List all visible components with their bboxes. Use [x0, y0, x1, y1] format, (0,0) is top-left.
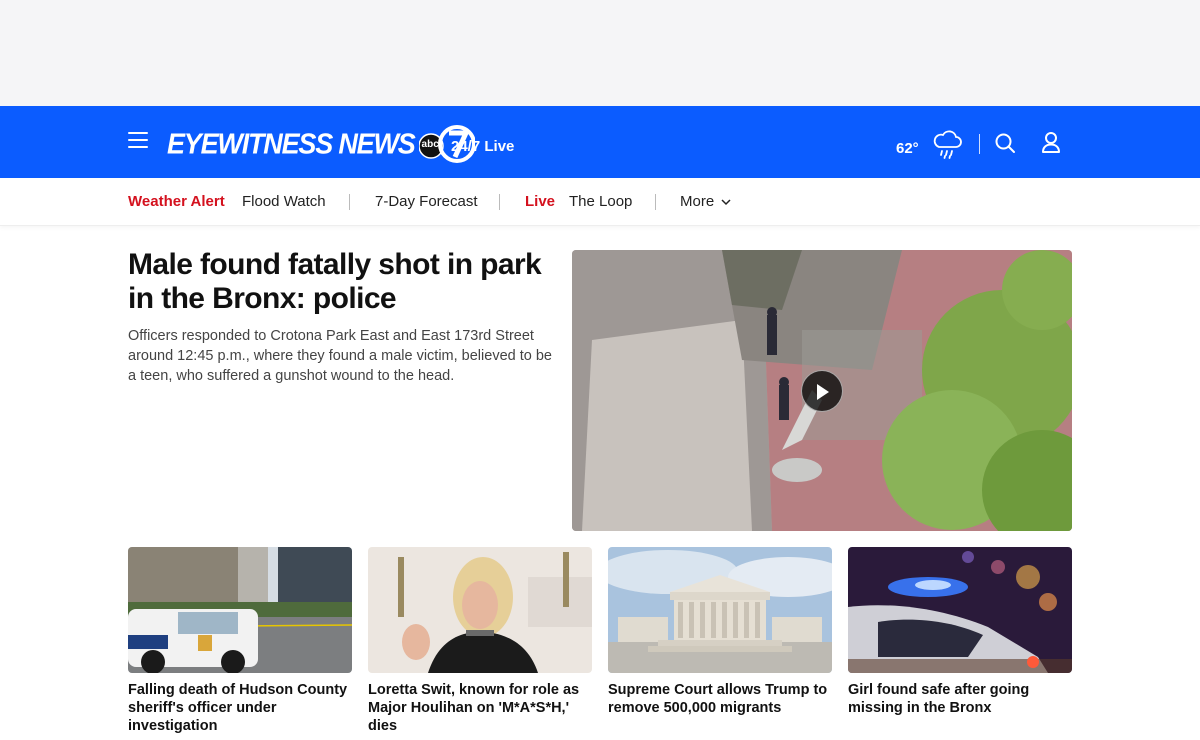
sub-navigation: Weather Alert Flood Watch 7-Day Forecast…	[0, 178, 1200, 226]
the-loop-link[interactable]: The Loop	[569, 193, 632, 210]
story-headline[interactable]: Girl found safe after going missing in t…	[848, 681, 1072, 717]
story-thumbnail	[608, 547, 832, 673]
story-headline[interactable]: Supreme Court allows Trump to remove 500…	[608, 681, 832, 717]
hero-video[interactable]	[572, 250, 1072, 531]
rain-cloud-icon[interactable]	[930, 126, 964, 160]
story-card[interactable]: Falling death of Hudson County sheriff's…	[128, 547, 352, 735]
temperature[interactable]: 62°	[896, 140, 919, 157]
subnav-divider	[499, 194, 500, 210]
menu-icon[interactable]	[128, 132, 148, 148]
live-stream-link[interactable]: 24/7 Live	[451, 138, 514, 155]
hero-description: Officers responded to Crotona Park East …	[128, 328, 552, 384]
ad-space	[0, 0, 1200, 106]
user-account-icon[interactable]	[1040, 131, 1062, 153]
brand-wordmark: EYEWITNESS NEWS	[167, 127, 416, 160]
search-icon[interactable]	[994, 132, 1016, 154]
header-divider	[979, 134, 980, 154]
story-thumbnail	[128, 547, 352, 673]
story-thumbnail	[848, 547, 1072, 673]
live-tag[interactable]: Live	[525, 193, 555, 210]
site-header: EYEWITNESS NEWS abc 7 24/7 Live 62°	[0, 106, 1200, 178]
subnav-divider	[655, 194, 656, 210]
subnav-divider	[349, 194, 350, 210]
hero-headline[interactable]: Male found fatally shot in park in the B…	[128, 248, 558, 316]
story-headline[interactable]: Falling death of Hudson County sheriff's…	[128, 681, 352, 735]
chevron-down-icon	[721, 199, 731, 205]
flood-watch-link[interactable]: Flood Watch	[242, 193, 326, 210]
story-card[interactable]: Loretta Swit, known for role as Major Ho…	[368, 547, 592, 735]
seven-day-forecast-link[interactable]: 7-Day Forecast	[375, 193, 478, 210]
play-icon	[817, 384, 829, 400]
play-button[interactable]	[801, 370, 843, 412]
story-headline[interactable]: Loretta Swit, known for role as Major Ho…	[368, 681, 592, 735]
site-logo[interactable]: EYEWITNESS NEWS abc 7	[167, 124, 476, 164]
weather-alert-tag[interactable]: Weather Alert	[128, 193, 225, 210]
more-label: More	[680, 193, 715, 210]
story-card[interactable]: Girl found safe after going missing in t…	[848, 547, 1072, 717]
logo-badge-text: abc	[421, 139, 439, 150]
more-menu-button[interactable]: More	[680, 193, 731, 210]
story-card[interactable]: Supreme Court allows Trump to remove 500…	[608, 547, 832, 717]
story-thumbnail	[368, 547, 592, 673]
